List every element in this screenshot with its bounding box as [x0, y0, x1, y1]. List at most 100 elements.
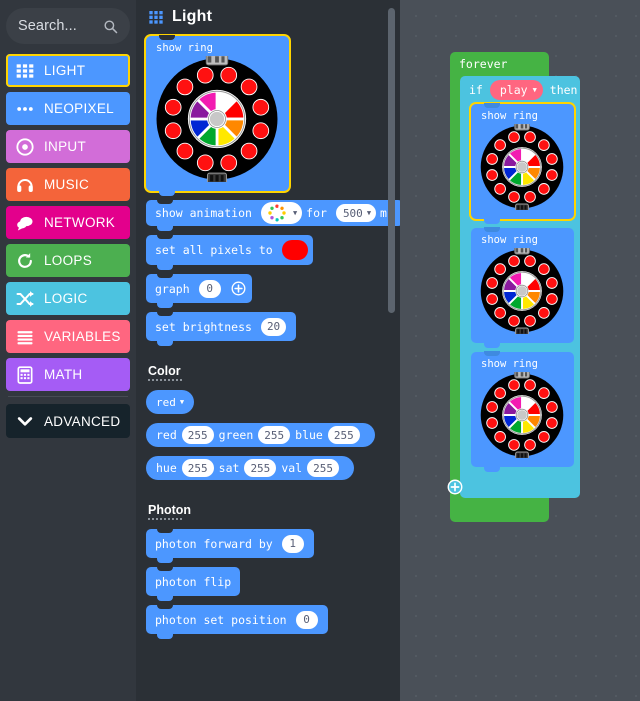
sidebar-item-label: NETWORK: [44, 215, 116, 230]
ring-preview: [479, 372, 566, 458]
grid-icon: [149, 11, 163, 24]
sidebar-item-loops[interactable]: LOOPS: [6, 244, 130, 277]
val-value[interactable]: 255: [307, 459, 339, 477]
sat-value[interactable]: 255: [244, 459, 277, 477]
flyout-block-graph[interactable]: graph 0: [146, 273, 252, 308]
sidebar-item-input[interactable]: INPUT: [6, 130, 130, 163]
group-divider: [148, 379, 184, 381]
search-input[interactable]: Search...: [6, 8, 130, 44]
group-label-photon: Photon: [148, 503, 192, 517]
flyout-block-named-color[interactable]: red ▼: [146, 390, 195, 414]
chevron-down-icon: ▼: [366, 209, 372, 217]
sidebar-item-advanced[interactable]: ADVANCED: [6, 404, 130, 438]
block-label: show ring: [481, 358, 538, 370]
block-label: show ring: [481, 234, 538, 246]
condition-value: play: [499, 82, 528, 97]
photon-forward-value[interactable]: 1: [281, 534, 304, 553]
sidebar-item-label: VARIABLES: [44, 329, 121, 344]
block-label-for: for: [306, 206, 327, 220]
chevron-down-icon: ▼: [532, 85, 537, 94]
plus-icon[interactable]: [447, 479, 463, 495]
sidebar-item-light[interactable]: LIGHT: [6, 54, 130, 87]
flyout-block-hsv[interactable]: hue 255 sat 255 val 255: [146, 456, 354, 480]
sidebar-item-label: MATH: [44, 367, 83, 382]
group-label-color: Color: [148, 364, 181, 378]
block-label: photon flip: [155, 574, 232, 589]
chevron-down-icon: [17, 417, 33, 426]
flyout-block-photon-forward[interactable]: photon forward by 1: [146, 528, 314, 563]
block-label: photon set position: [155, 612, 287, 627]
brightness-value[interactable]: 20: [260, 317, 287, 336]
sidebar-item-variables[interactable]: VARIABLES: [6, 320, 130, 353]
label-val: val: [281, 461, 303, 475]
hue-value[interactable]: 255: [181, 459, 214, 477]
block-label: graph: [155, 281, 190, 296]
photon-position-value[interactable]: 0: [295, 610, 318, 629]
calculator-icon: [17, 365, 33, 384]
blocks-workspace[interactable]: forever if play ▼ then show ring show rin…: [400, 0, 640, 701]
search-icon: [104, 19, 118, 33]
sidebar-item-math[interactable]: MATH: [6, 358, 130, 391]
green-value[interactable]: 255: [258, 426, 291, 444]
flyout-block-show-ring[interactable]: show ring: [146, 35, 289, 196]
blocks-flyout: Light show ring show animation ▼ for 500…: [136, 0, 400, 701]
category-sidebar: Search... LIGHT NEOPIXEL INPUT MUSIC NETWORK…: [0, 0, 136, 701]
flyout-block-photon-set-position[interactable]: photon set position 0: [146, 604, 328, 639]
sidebar-item-neopixel[interactable]: NEOPIXEL: [6, 92, 130, 125]
sidebar-item-network[interactable]: NETWORK: [6, 206, 130, 239]
flyout-scrollbar[interactable]: [388, 8, 395, 313]
sidebar-item-music[interactable]: MUSIC: [6, 168, 130, 201]
block-label: show ring: [481, 110, 538, 122]
graph-value[interactable]: 0: [198, 279, 221, 298]
sidebar-item-logic[interactable]: LOGIC: [6, 282, 130, 315]
duration-dropdown[interactable]: 500 ▼: [335, 204, 377, 222]
makecode-editor: Search... LIGHT NEOPIXEL INPUT MUSIC NETWORK…: [0, 0, 640, 701]
if-footer: [447, 476, 580, 498]
flyout-block-set-all-pixels[interactable]: set all pixels to: [146, 234, 313, 270]
sidebar-item-label: MUSIC: [44, 177, 89, 192]
ring-preview: [479, 248, 566, 334]
animation-dropdown[interactable]: ▼: [260, 202, 303, 224]
block-label: set all pixels to: [155, 243, 273, 257]
sidebar-item-label: INPUT: [44, 139, 86, 154]
label-green: green: [218, 428, 254, 442]
flyout-block-set-brightness[interactable]: set brightness 20: [146, 311, 297, 346]
color-name-dropdown[interactable]: red ▼: [156, 393, 184, 411]
if-label: if: [469, 82, 483, 97]
duration-value: 500: [342, 206, 363, 220]
blue-value[interactable]: 255: [327, 426, 360, 444]
workspace-block-show-ring[interactable]: show ring: [471, 103, 574, 224]
block-label: show ring: [156, 42, 213, 54]
dots-icon: [17, 106, 33, 111]
color-swatch[interactable]: [281, 240, 308, 260]
shuffle-icon: [16, 290, 34, 307]
sidebar-item-label: LOOPS: [44, 253, 93, 268]
lines-icon: [17, 330, 33, 344]
label-sat: sat: [218, 461, 240, 475]
flyout-block-rgb[interactable]: red 255 green 255 blue 255: [146, 423, 375, 447]
forever-label: forever: [459, 57, 508, 71]
ring-preview: [154, 56, 281, 182]
workspace-block-show-ring[interactable]: show ring: [471, 227, 574, 348]
plus-icon[interactable]: [231, 281, 246, 296]
sidebar-item-label: LOGIC: [44, 291, 88, 306]
forever-footer: [450, 498, 549, 522]
if-then-block[interactable]: if play ▼ then show ring show ring show ri…: [447, 76, 580, 498]
flyout-block-photon-flip[interactable]: photon flip: [146, 566, 241, 601]
chevron-down-icon: ▼: [179, 398, 185, 406]
workspace-block-show-ring[interactable]: show ring: [471, 351, 574, 472]
search-placeholder: Search...: [18, 18, 77, 34]
condition-variable-dropdown[interactable]: play ▼: [489, 79, 543, 100]
ring-preview: [479, 124, 566, 210]
sidebar-item-label: LIGHT: [44, 63, 86, 78]
block-label: show animation: [155, 206, 252, 220]
label-blue: blue: [295, 428, 323, 442]
label-red: red: [156, 428, 177, 442]
red-value[interactable]: 255: [181, 426, 214, 444]
forever-block[interactable]: forever if play ▼ then show ring show rin…: [447, 52, 580, 522]
block-label: set brightness: [155, 319, 252, 334]
if-body-statements: show ring show ring show ring: [471, 103, 580, 472]
headphone-icon: [17, 178, 33, 192]
flyout-block-show-animation[interactable]: show animation ▼ for 500 ▼ ms: [146, 199, 400, 231]
category-list: LIGHT NEOPIXEL INPUT MUSIC NETWORK LOOPS LOGIC…: [6, 54, 130, 391]
